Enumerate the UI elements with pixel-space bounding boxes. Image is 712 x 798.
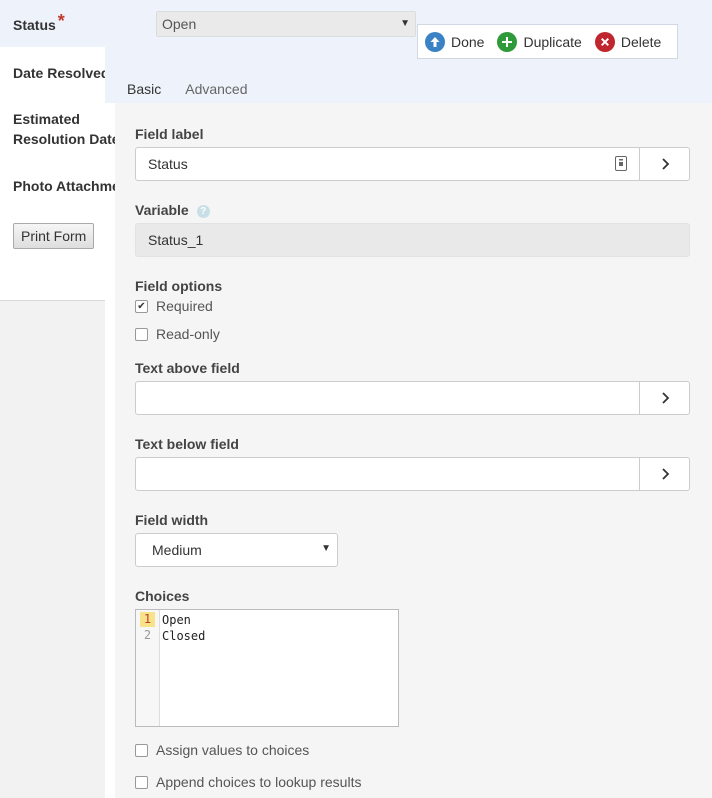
field-label-arrow-button[interactable] — [639, 148, 689, 180]
status-label-text: Status — [13, 17, 56, 33]
help-icon[interactable]: ? — [196, 204, 210, 218]
close-icon — [594, 31, 615, 52]
plus-icon — [497, 31, 518, 52]
readonly-checkbox[interactable] — [135, 327, 148, 341]
editor-tabs: Basic Advanced — [115, 75, 260, 106]
choice-line: Closed — [162, 629, 206, 643]
append-choices-option[interactable]: Append choices to lookup results — [135, 774, 361, 790]
duplicate-button[interactable]: Duplicate — [497, 31, 582, 52]
status-select[interactable]: Open ▼ — [156, 11, 416, 37]
field-label-input[interactable]: Status — [135, 147, 690, 181]
text-below-arrow-button[interactable] — [639, 458, 689, 490]
status-select-value: Open — [162, 16, 197, 32]
delete-label: Delete — [620, 33, 662, 50]
duplicate-label: Duplicate — [523, 33, 582, 50]
line-gutter: 1 2 — [136, 610, 160, 726]
field-label-value: Status — [148, 156, 188, 172]
status-label: Status * — [13, 11, 65, 35]
text-above-heading: Text above field — [135, 360, 240, 376]
estimated-resolution-label-1: Estimated — [13, 111, 80, 127]
append-choices-label: Append choices to lookup results — [156, 774, 362, 790]
arrow-up-icon — [425, 31, 445, 52]
choices-editor[interactable]: 1 2 Open Closed — [135, 609, 399, 727]
left-gray-area — [0, 301, 105, 798]
readonly-option-label: Read-only — [156, 326, 220, 342]
variable-field: Status_1 — [135, 223, 690, 257]
field-label-heading: Field label — [135, 126, 204, 142]
chevron-down-icon: ▼ — [321, 543, 331, 554]
chevron-down-icon: ▼ — [400, 18, 410, 29]
required-option-label: Required — [156, 298, 213, 314]
field-width-select[interactable]: Medium ▼ — [135, 533, 338, 567]
delete-button[interactable]: Delete — [594, 31, 662, 52]
variable-heading: Variable? — [135, 202, 210, 218]
tab-advanced[interactable]: Advanced — [173, 75, 259, 103]
done-label: Done — [451, 33, 485, 50]
estimated-resolution-label-2: Resolution Date — [13, 131, 120, 147]
field-width-heading: Field width — [135, 512, 209, 528]
assign-values-checkbox[interactable] — [135, 743, 148, 757]
field-toolbar: Done Duplicate Delete — [417, 24, 678, 59]
tab-basic[interactable]: Basic — [115, 75, 174, 106]
variable-heading-text: Variable — [135, 202, 189, 218]
field-width-value: Medium — [152, 542, 202, 558]
required-option[interactable]: ✔ Required — [135, 298, 213, 314]
chevron-right-icon — [661, 158, 669, 170]
text-below-input[interactable] — [135, 457, 690, 491]
done-button[interactable]: Done — [425, 31, 485, 52]
date-resolved-label: Date Resolved — [13, 65, 110, 81]
assign-values-option[interactable]: Assign values to choices — [135, 742, 309, 758]
readonly-option[interactable]: Read-only — [135, 326, 220, 342]
chevron-right-icon — [661, 392, 669, 404]
print-form-button[interactable]: Print Form — [13, 223, 95, 249]
text-above-arrow-button[interactable] — [639, 382, 689, 414]
choice-line: Open — [162, 613, 191, 627]
variable-value: Status_1 — [148, 232, 204, 248]
line-number: 2 — [143, 628, 152, 642]
text-below-heading: Text below field — [135, 436, 239, 452]
line-number: 1 — [140, 612, 155, 627]
field-options-heading: Field options — [135, 278, 223, 294]
required-checkbox[interactable]: ✔ — [135, 299, 148, 313]
append-choices-checkbox[interactable] — [135, 775, 148, 789]
assign-values-label: Assign values to choices — [156, 742, 310, 758]
required-star: * — [57, 11, 65, 31]
text-above-input[interactable] — [135, 381, 690, 415]
choices-heading: Choices — [135, 588, 190, 604]
contact-card-icon[interactable] — [615, 156, 627, 174]
chevron-right-icon — [661, 468, 669, 480]
